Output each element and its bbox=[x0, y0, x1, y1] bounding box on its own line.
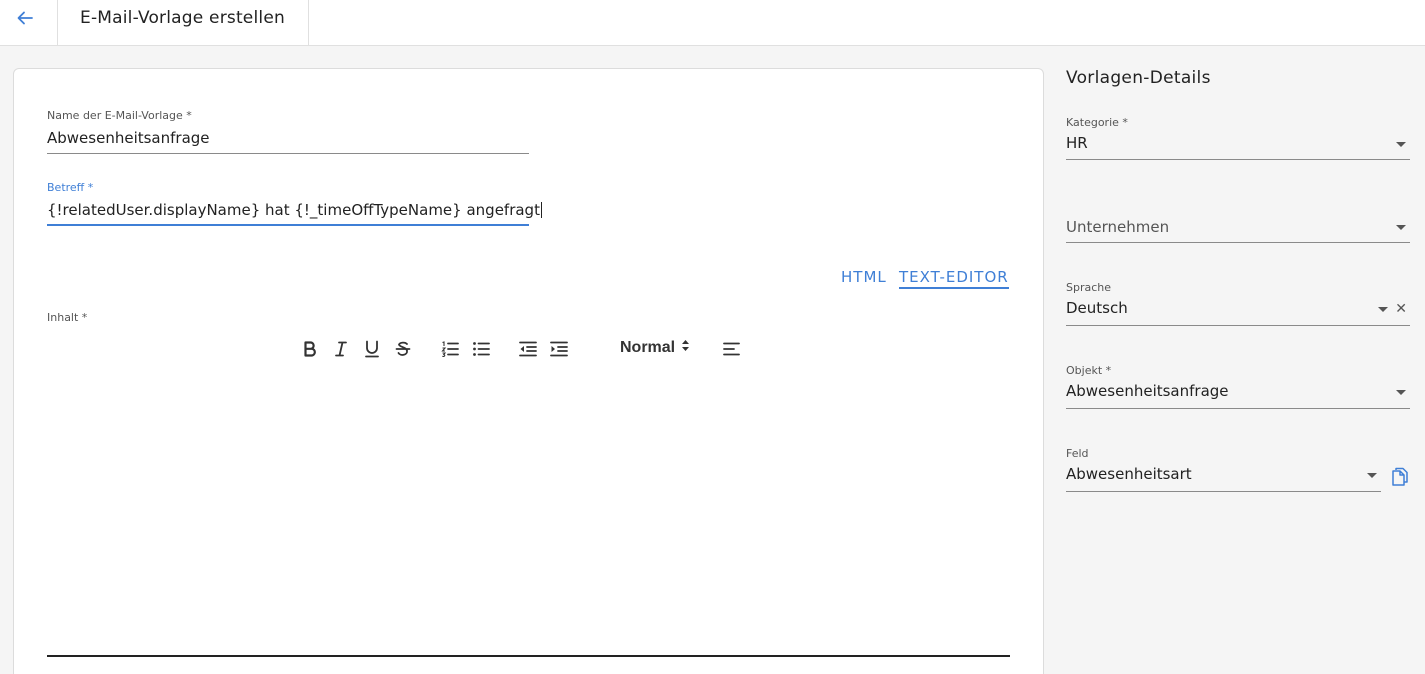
heading-select[interactable]: Normal bbox=[620, 339, 690, 357]
heading-select-value: Normal bbox=[620, 339, 676, 356]
language-underline bbox=[1066, 325, 1410, 326]
company-select[interactable]: Unternehmen bbox=[1066, 200, 1410, 243]
align-button[interactable] bbox=[720, 337, 742, 361]
text-editor-mode-button[interactable]: TEXT-EDITOR bbox=[899, 268, 1009, 289]
arrow-left-icon bbox=[17, 11, 33, 25]
company-underline bbox=[1066, 242, 1410, 243]
subject-underline bbox=[47, 224, 529, 226]
language-value: Deutsch bbox=[1066, 299, 1128, 317]
category-value: HR bbox=[1066, 134, 1088, 152]
content-label: Inhalt * bbox=[47, 311, 88, 324]
subject-field[interactable]: Betreff * {!relatedUser.displayName} hat… bbox=[47, 181, 542, 226]
clear-icon[interactable]: ✕ bbox=[1395, 302, 1407, 316]
dropdown-arrow-icon[interactable] bbox=[1378, 307, 1388, 312]
top-bar: E-Mail-Vorlage erstellen bbox=[0, 0, 1425, 46]
updown-arrow-icon bbox=[681, 339, 690, 357]
italic-button[interactable] bbox=[330, 337, 352, 361]
copy-icon[interactable] bbox=[1391, 467, 1409, 490]
outdent-button[interactable] bbox=[517, 337, 539, 361]
field-select[interactable]: Feld Abwesenheitsart bbox=[1066, 447, 1381, 492]
field-label: Feld bbox=[1066, 447, 1089, 460]
strikethrough-icon bbox=[395, 341, 411, 356]
language-select[interactable]: Sprache Deutsch ✕ bbox=[1066, 281, 1410, 326]
company-placeholder: Unternehmen bbox=[1066, 218, 1170, 236]
details-panel-title: Vorlagen-Details bbox=[1066, 68, 1211, 88]
field-value: Abwesenheitsart bbox=[1066, 465, 1192, 483]
subject-label: Betreff * bbox=[47, 181, 94, 194]
template-name-underline bbox=[47, 153, 529, 154]
strikethrough-button[interactable] bbox=[392, 337, 414, 361]
page-title-tab: E-Mail-Vorlage erstellen bbox=[58, 0, 309, 45]
template-name-field[interactable]: Name der E-Mail-Vorlage * Abwesenheitsan… bbox=[47, 109, 529, 154]
language-label: Sprache bbox=[1066, 281, 1112, 294]
dropdown-arrow-icon[interactable] bbox=[1396, 142, 1406, 147]
indent-icon bbox=[550, 341, 568, 357]
ordered-list-icon bbox=[441, 341, 459, 357]
italic-icon bbox=[335, 341, 347, 357]
category-label: Kategorie * bbox=[1066, 116, 1128, 129]
html-mode-button[interactable]: HTML bbox=[841, 268, 887, 286]
back-button[interactable] bbox=[0, 0, 58, 45]
bold-icon bbox=[304, 341, 316, 357]
template-editor-card: Name der E-Mail-Vorlage * Abwesenheitsan… bbox=[13, 68, 1044, 674]
object-select[interactable]: Objekt * Abwesenheitsanfrage bbox=[1066, 364, 1410, 409]
object-value: Abwesenheitsanfrage bbox=[1066, 382, 1229, 400]
bullet-list-button[interactable] bbox=[470, 337, 492, 361]
page-title: E-Mail-Vorlage erstellen bbox=[80, 8, 285, 28]
bold-button[interactable] bbox=[299, 337, 321, 361]
align-left-icon bbox=[722, 342, 740, 356]
field-underline bbox=[1066, 491, 1381, 492]
object-label: Objekt * bbox=[1066, 364, 1112, 377]
dropdown-arrow-icon[interactable] bbox=[1396, 225, 1406, 230]
object-underline bbox=[1066, 408, 1410, 409]
underline-icon bbox=[365, 340, 379, 358]
template-name-label: Name der E-Mail-Vorlage * bbox=[47, 109, 192, 122]
category-select[interactable]: Kategorie * HR bbox=[1066, 116, 1410, 160]
text-caret bbox=[540, 202, 542, 218]
subject-input[interactable]: {!relatedUser.displayName} hat {!_timeOf… bbox=[47, 201, 542, 219]
subject-text: {!relatedUser.displayName} hat {!_timeOf… bbox=[47, 201, 540, 219]
template-name-input[interactable]: Abwesenheitsanfrage bbox=[47, 129, 210, 147]
ordered-list-button[interactable] bbox=[439, 337, 461, 361]
editor-bottom-border bbox=[47, 655, 1010, 657]
bullet-list-icon bbox=[473, 342, 490, 356]
editor-content-area[interactable] bbox=[47, 369, 1010, 655]
outdent-icon bbox=[519, 341, 537, 357]
underline-button[interactable] bbox=[361, 337, 383, 361]
indent-button[interactable] bbox=[548, 337, 570, 361]
dropdown-arrow-icon[interactable] bbox=[1396, 390, 1406, 395]
category-underline bbox=[1066, 159, 1410, 160]
dropdown-arrow-icon[interactable] bbox=[1367, 473, 1377, 478]
